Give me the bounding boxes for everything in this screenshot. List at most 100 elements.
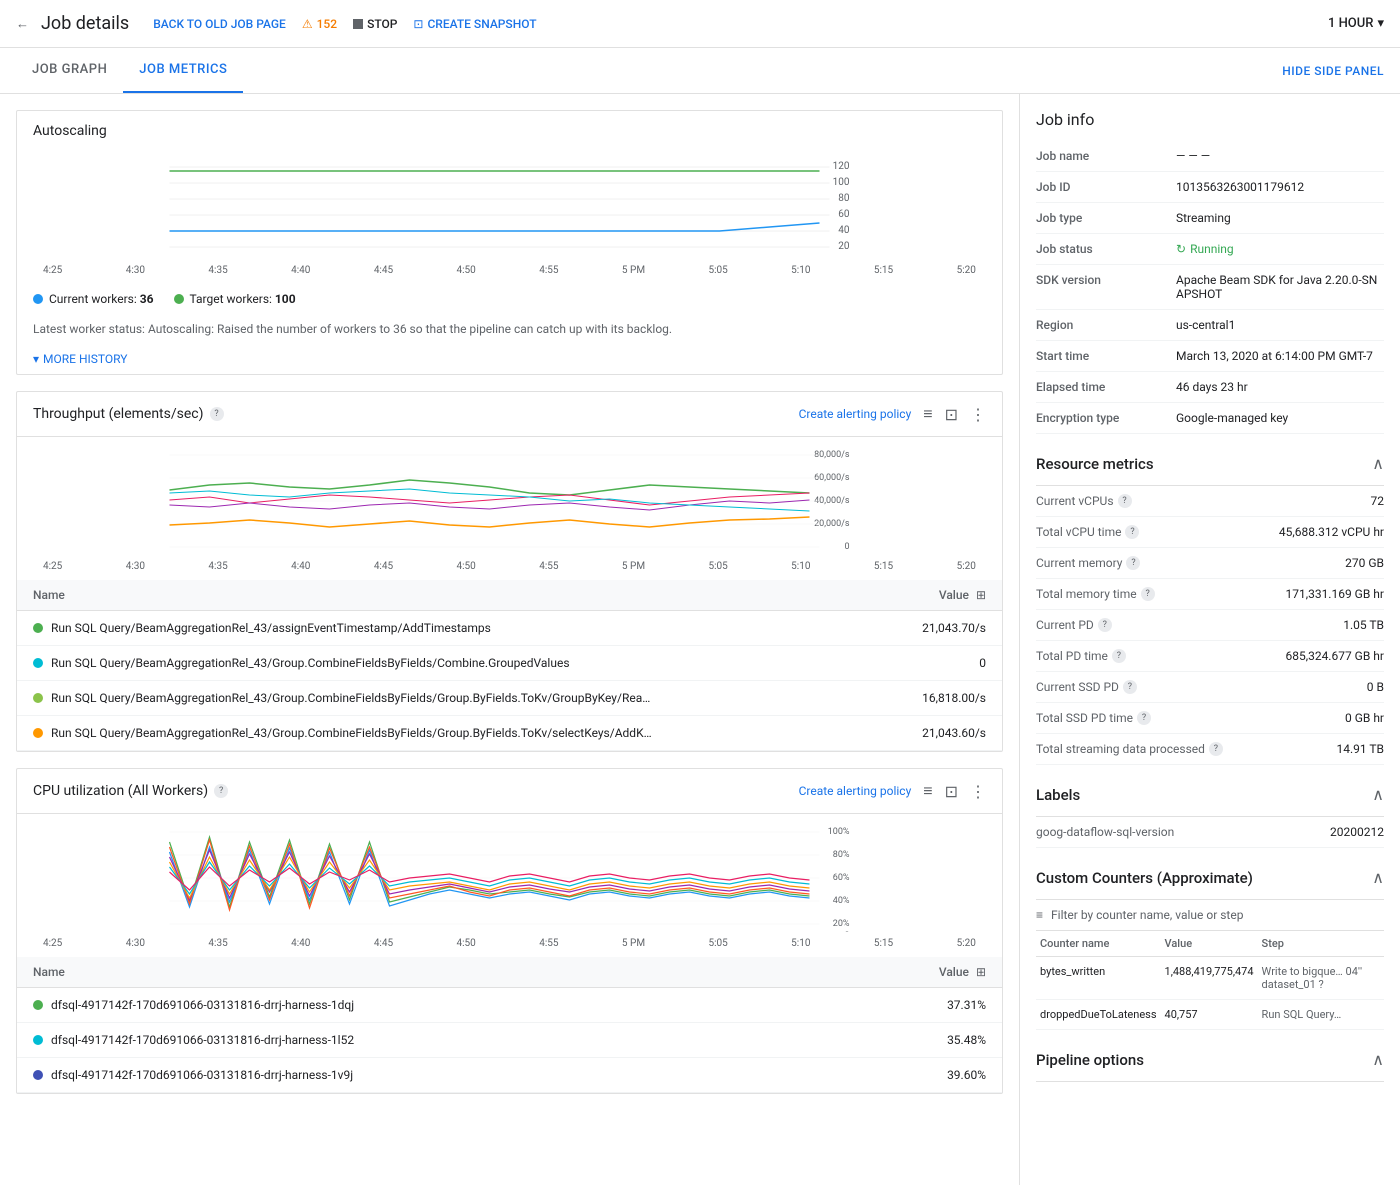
cpu-table-wrapper: Name Value ⊞ dfsql-4917142f-170d691066-0… [17, 957, 1002, 1093]
help-icon[interactable]: ? [1126, 556, 1140, 570]
info-row: Start time March 13, 2020 at 6:14:00 PM … [1036, 341, 1384, 372]
help-icon[interactable]: ? [1209, 742, 1223, 756]
labels-chevron[interactable]: ∧ [1372, 785, 1384, 804]
info-label: Job ID [1036, 180, 1176, 194]
cpu-help-icon[interactable]: ? [214, 784, 228, 798]
cpu-more-icon[interactable]: ⋮ [970, 782, 986, 801]
worker-status: Latest worker status: Autoscaling: Raise… [17, 314, 1002, 344]
counter-name-col: Counter name [1036, 931, 1161, 957]
info-label: Elapsed time [1036, 380, 1176, 394]
svg-text:40: 40 [838, 225, 850, 236]
tab-job-metrics[interactable]: JOB METRICS [123, 48, 243, 93]
tab-job-graph[interactable]: JOB GRAPH [16, 48, 123, 93]
cpu-expand-icon[interactable]: ⊡ [945, 782, 958, 801]
help-icon[interactable]: ? [1141, 587, 1155, 601]
row-name-cell: Run SQL Query/BeamAggregationRel_43/Grou… [17, 646, 875, 681]
counter-value: 40,757 [1161, 1000, 1258, 1030]
back-to-old-job-link[interactable]: BACK TO OLD JOB PAGE [145, 17, 294, 31]
help-icon[interactable]: ? [1125, 525, 1139, 539]
help-icon[interactable]: ? [1123, 680, 1137, 694]
throughput-expand-icon[interactable]: ⊡ [945, 405, 958, 424]
info-value: — — — [1176, 149, 1384, 163]
row-value: 0 [875, 646, 1002, 681]
time-selector[interactable]: 1 HOUR ▾ [1328, 16, 1384, 31]
resource-metrics-section: Resource metrics ∧ [1036, 442, 1384, 486]
cpu-x-axis: 4:254:304:354:404:454:504:555 PM5:055:10… [33, 936, 986, 949]
help-icon[interactable]: ? [1137, 711, 1151, 725]
throughput-filter-icon[interactable]: ≡ [923, 404, 932, 424]
labels-section: Labels ∧ [1036, 773, 1384, 817]
info-value: us-central1 [1176, 318, 1384, 332]
info-label: Encryption type [1036, 411, 1176, 425]
info-row: Region us-central1 [1036, 310, 1384, 341]
cpu-name-col: Name [17, 957, 822, 988]
snapshot-button[interactable]: ⊡ CREATE SNAPSHOT [405, 17, 544, 31]
resource-metrics-chevron[interactable]: ∧ [1372, 454, 1384, 473]
chevron-down-icon: ▾ [33, 352, 39, 366]
svg-text:120: 120 [833, 161, 850, 172]
row-color-dot [33, 1035, 43, 1045]
info-label: Start time [1036, 349, 1176, 363]
counter-value: 1,488,419,775,474 [1161, 957, 1258, 1000]
right-panel: Job info Job name — — — Job ID 101356326… [1020, 94, 1400, 1185]
throughput-help-icon[interactable]: ? [210, 407, 224, 421]
help-icon[interactable]: ? [1112, 649, 1126, 663]
resource-label: Total SSD PD time ? [1036, 711, 1345, 725]
pipeline-options-section: Pipeline options ∧ [1036, 1038, 1384, 1082]
throughput-more-icon[interactable]: ⋮ [970, 405, 986, 424]
row-name: dfsql-4917142f-170d691066-03131816-drrj-… [51, 1068, 353, 1082]
info-label: SDK version [1036, 273, 1176, 287]
resource-label: Current vCPUs ? [1036, 494, 1371, 508]
current-workers-legend: Current workers: 36 [33, 292, 154, 306]
resource-value: 270 GB [1345, 556, 1384, 570]
custom-counters-title: Custom Counters (Approximate) [1036, 869, 1253, 887]
table-row: dfsql-4917142f-170d691066-03131816-drrj-… [17, 1058, 1002, 1093]
labels-rows: goog-dataflow-sql-version 20200212 [1036, 817, 1384, 848]
svg-text:0: 0 [844, 931, 849, 932]
throughput-alert-link[interactable]: Create alerting policy [799, 407, 912, 421]
row-color-dot [33, 623, 43, 633]
counter-table: Counter name Value Step bytes_written 1,… [1036, 931, 1384, 1030]
back-arrow-icon: ← [16, 16, 29, 32]
svg-text:60%: 60% [833, 873, 850, 883]
table-row: Run SQL Query/BeamAggregationRel_43/Grou… [17, 716, 1002, 751]
hide-side-panel-button[interactable]: HIDE SIDE PANEL [1282, 64, 1384, 78]
info-value: Streaming [1176, 211, 1384, 225]
resource-row: Current SSD PD ? 0 B [1036, 672, 1384, 703]
more-history-button[interactable]: ▾ MORE HISTORY [17, 344, 1002, 374]
svg-text:60: 60 [838, 209, 850, 220]
page-title: Job details [41, 13, 129, 34]
cpu-filter-icon[interactable]: ≡ [923, 781, 932, 801]
svg-text:20%: 20% [833, 919, 850, 929]
info-value: ↻Running [1176, 242, 1384, 256]
warning-icon: ⚠ [302, 17, 313, 31]
table-row: Run SQL Query/BeamAggregationRel_43/Grou… [17, 646, 1002, 681]
resource-row: Total SSD PD time ? 0 GB hr [1036, 703, 1384, 734]
cpu-column-settings-icon[interactable]: ⊞ [976, 965, 986, 979]
pipeline-options-chevron[interactable]: ∧ [1372, 1050, 1384, 1069]
help-icon[interactable]: ? [1098, 618, 1112, 632]
row-value: 21,043.70/s [875, 611, 1002, 646]
warning-badge[interactable]: ⚠ 152 [294, 17, 345, 31]
snapshot-icon: ⊡ [413, 17, 423, 31]
resource-row: Total memory time ? 171,331.169 GB hr [1036, 579, 1384, 610]
pipeline-options-title: Pipeline options [1036, 1051, 1144, 1069]
custom-counters-chevron[interactable]: ∧ [1372, 868, 1384, 887]
help-icon[interactable]: ? [1118, 494, 1132, 508]
back-button[interactable]: ← [16, 16, 29, 32]
info-row: Job status ↻Running [1036, 234, 1384, 265]
throughput-table: Name Value ⊞ Run SQL Query/BeamAggregati… [17, 580, 1002, 751]
counter-step: Write to bigque… 04ʹʹ dataset_01 ? [1258, 957, 1384, 1000]
labels-row: goog-dataflow-sql-version 20200212 [1036, 817, 1384, 848]
table-row: dfsql-4917142f-170d691066-03131816-drrj-… [17, 988, 1002, 1023]
column-settings-icon[interactable]: ⊞ [976, 588, 986, 602]
row-name-cell: Run SQL Query/BeamAggregationRel_43/Grou… [17, 681, 875, 716]
custom-counters-section: Custom Counters (Approximate) ∧ [1036, 856, 1384, 900]
stop-button[interactable]: STOP [345, 17, 405, 31]
resource-value: 0 GB hr [1345, 711, 1384, 725]
row-name-cell: dfsql-4917142f-170d691066-03131816-drrj-… [17, 988, 822, 1023]
cpu-alert-link[interactable]: Create alerting policy [799, 784, 912, 798]
throughput-header: Throughput (elements/sec) ? Create alert… [17, 392, 1002, 437]
resource-value: 171,331.169 GB hr [1285, 587, 1384, 601]
current-workers-label: Current workers: 36 [49, 292, 154, 306]
